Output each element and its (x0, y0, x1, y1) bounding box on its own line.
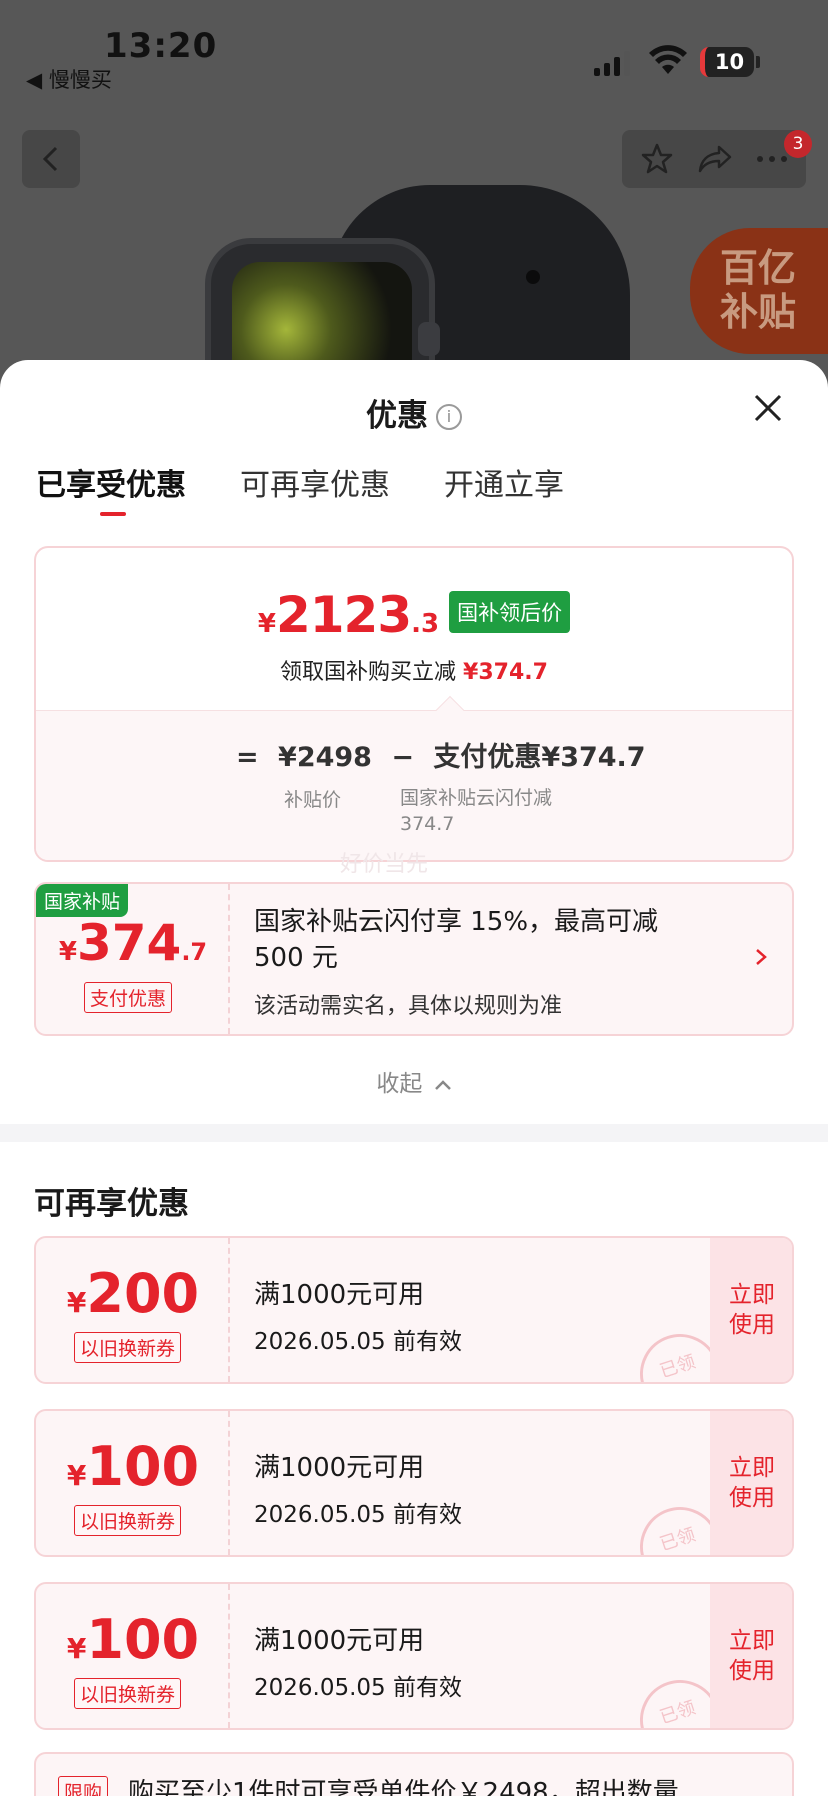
use-now-button[interactable]: 立即使用 (710, 1584, 792, 1728)
amount-integer: 374 (76, 914, 182, 972)
price-decimal: .3 (411, 609, 440, 639)
limit-tag: 限购 (58, 1776, 109, 1796)
use-now-button[interactable]: 立即使用 (710, 1411, 792, 1555)
subsidy-logo-line1: 百亿 (720, 246, 797, 290)
section-divider (0, 1124, 828, 1142)
discount-sheet: 优惠 i 已享受优惠 可再享优惠 开通立享 ¥2123.3 国补领后价 领取国补购买… (0, 360, 828, 1796)
coupon-type-badge: 以旧换新券 (74, 1678, 182, 1709)
coupon-condition: 满1000元可用 (254, 1280, 425, 1310)
currency-symbol: ¥ (66, 1286, 87, 1319)
payment-discount-note: 该活动需实名，具体以规则为准 (254, 994, 563, 1019)
coupon-type-badge: 以旧换新券 (74, 1332, 182, 1363)
coupon-amount-value: 100 (86, 1608, 200, 1671)
subsidy-logo: 百亿 补贴 (690, 228, 828, 354)
chevron-right-icon (756, 949, 767, 965)
discount-tabs: 已享受优惠 可再享优惠 开通立享 (36, 460, 564, 518)
share-icon[interactable] (697, 143, 733, 175)
section-title-more-discounts: 可再享优惠 (34, 1186, 189, 1222)
tab-enjoyed-label: 已享受优惠 (36, 468, 186, 503)
coupon-condition: 满1000元可用 (254, 1453, 425, 1483)
coupon-card: ¥100 以旧换新券 满1000元可用 2026.05.05 前有效 已领 立即… (34, 1409, 794, 1557)
coupon-amount-panel: ¥200 以旧换新券 (36, 1238, 230, 1382)
coupon-amount-panel: ¥100 以旧换新券 (36, 1584, 230, 1728)
minus-sign: − (391, 742, 414, 773)
watermark: 好价当先 (340, 852, 429, 877)
price-sub-amount: ¥374.7 (463, 660, 548, 685)
battery-tip (756, 56, 760, 68)
price-breakdown: = ¥2498 − 支付优惠¥374.7 补贴价 国家补贴云闪付减374.7 (36, 710, 792, 860)
battery-icon: 10 (700, 47, 754, 77)
tab-activate[interactable]: 开通立享 (444, 460, 564, 518)
tab-more-available[interactable]: 可再享优惠 (240, 460, 390, 518)
payment-discount-card[interactable]: 国家补贴 ¥374.7 支付优惠 国家补贴云闪付享 15%，最高可减 500 元… (34, 882, 794, 1036)
star-icon[interactable] (640, 142, 674, 176)
price-sub-line: 领取国补购买立减 ¥374.7 (36, 654, 792, 686)
sheet-title: 优惠 i (0, 390, 828, 435)
subsidy-price-tag: 国补领后价 (449, 591, 571, 633)
currency-symbol: ¥ (257, 609, 276, 639)
purchase-limit-notice: 限购 购买至少1件时可享受单件价￥2498，超出数量 (34, 1752, 794, 1796)
coupon-expiry: 2026.05.05 前有效 (254, 1675, 462, 1701)
base-price-label: 补贴价 (284, 789, 342, 811)
payment-discount-amount-panel: 国家补贴 ¥374.7 支付优惠 (36, 884, 230, 1034)
watch-crown-image (418, 322, 440, 356)
coupon-condition: 满1000元可用 (254, 1626, 425, 1656)
product-page-background: 13:20 ◀ 慢慢买 10 3 百亿 补贴 (0, 0, 828, 380)
nav-action-group (622, 130, 806, 188)
equals-sign: = (236, 742, 259, 773)
limit-text: 购买至少1件时可享受单件价￥2498，超出数量 (128, 1778, 679, 1796)
tab-active-indicator (100, 512, 126, 516)
coupon-amount: ¥100 (36, 1608, 230, 1671)
currency-symbol: ¥ (58, 937, 77, 967)
discount-label: 国家补贴云闪付减374.7 (400, 787, 553, 835)
coupon-expiry: 2026.05.05 前有效 (254, 1329, 462, 1355)
payment-discount-amount: ¥374.7 (36, 914, 230, 972)
use-now-button[interactable]: 立即使用 (710, 1238, 792, 1382)
coupon-amount-value: 100 (86, 1435, 200, 1498)
sheet-title-text: 优惠 (366, 398, 428, 434)
watch-strap-detail (526, 270, 540, 284)
chevron-up-icon (434, 1079, 451, 1090)
coupon-card: ¥100 以旧换新券 满1000元可用 2026.05.05 前有效 已领 立即… (34, 1582, 794, 1730)
currency-symbol: ¥ (66, 1632, 87, 1665)
national-subsidy-tag: 国家补贴 (36, 884, 129, 917)
chevron-left-icon (42, 146, 58, 172)
subsidy-logo-line2: 补贴 (720, 290, 797, 334)
tab-more-available-label: 可再享优惠 (240, 468, 390, 503)
coupon-type-badge: 以旧换新券 (74, 1505, 182, 1536)
coupon-amount: ¥200 (36, 1262, 230, 1325)
collapse-button[interactable]: 收起 (0, 1064, 828, 1098)
more-icon[interactable] (756, 154, 788, 164)
close-icon[interactable] (750, 390, 786, 426)
info-icon[interactable]: i (436, 404, 462, 430)
coupon-amount-panel: ¥100 以旧换新券 (36, 1411, 230, 1555)
amount-decimal: .7 (181, 938, 208, 966)
back-to-app-link[interactable]: ◀ 慢慢买 (26, 64, 112, 94)
final-price: ¥2123.3 国补领后价 (36, 586, 792, 644)
notification-badge: 3 (784, 130, 812, 158)
final-price-card: ¥2123.3 国补领后价 领取国补购买立减 ¥374.7 = ¥2498 − 支… (34, 546, 794, 862)
coupon-expiry: 2026.05.05 前有效 (254, 1502, 462, 1528)
price-sub-label: 领取国补购买立减 (280, 660, 457, 685)
base-price: ¥2498 (278, 742, 372, 773)
tab-enjoyed[interactable]: 已享受优惠 (36, 460, 186, 518)
coupon-amount: ¥100 (36, 1435, 230, 1498)
coupon-amount-value: 200 (86, 1262, 200, 1325)
payment-discount-title: 国家补贴云闪付享 15%，最高可减 500 元 (254, 907, 659, 973)
discount-amount: 支付优惠¥374.7 (433, 742, 646, 773)
breakdown-formula: = ¥2498 − 支付优惠¥374.7 (236, 735, 656, 774)
price-integer: 2123 (275, 586, 412, 644)
payment-discount-badge: 支付优惠 (84, 982, 173, 1013)
currency-symbol: ¥ (66, 1459, 87, 1492)
tab-activate-label: 开通立享 (444, 468, 564, 503)
status-time: 13:20 (104, 26, 218, 66)
cellular-signal-icon (594, 48, 630, 76)
wifi-icon (649, 45, 687, 74)
coupon-card: ¥200 以旧换新券 满1000元可用 2026.05.05 前有效 已领 立即… (34, 1236, 794, 1384)
collapse-label: 收起 (376, 1071, 423, 1097)
back-button[interactable] (22, 130, 80, 188)
